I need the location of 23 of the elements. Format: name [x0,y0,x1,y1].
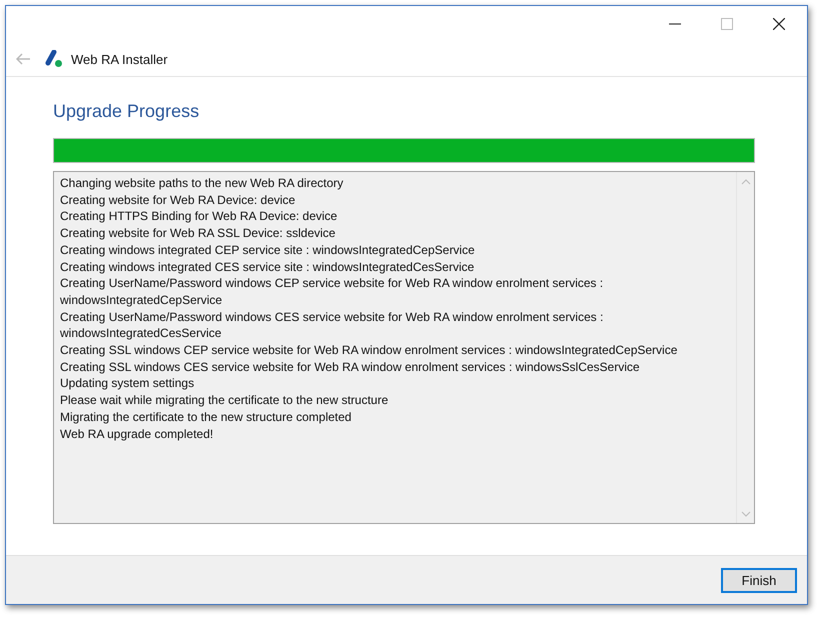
logo-icon [44,50,63,68]
finish-button[interactable]: Finish [721,568,797,592]
log-line: Creating website for Web RA SSL Device: ssldevice [60,225,336,242]
scroll-down-icon[interactable] [740,511,750,517]
log-line: Creating UserName/Password windows CEP service website for Web RA window enrolment services : windowsIntegratedCepService [60,275,604,309]
close-icon[interactable] [773,18,785,30]
scroll-up-icon[interactable] [740,179,750,185]
log-line: Migrating the certificate to the new structure completed [60,408,352,426]
log-line: Please wait while migrating the certificate to the new structure [60,392,390,409]
log-line: Creating SSL windows CES service website for Web RA window enrolment services : windowsSslCesService [60,358,641,376]
log-line: Creating SSL windows CEP service website for Web RA window enrolment services : windowsIntegratedCepService [60,342,678,359]
log-line: Updating system settings [60,375,196,392]
window-title: Web RA Installer [71,52,168,66]
log-line: Creating windows integrated CEP service site : windowsIntegratedCepService [60,242,476,259]
log-line: Creating website for Web RA Device: device [60,192,296,208]
log-line: Web RA upgrade completed! [60,426,214,442]
log-line: Creating HTTPS Binding for Web RA Device: device [60,208,338,226]
log-line: Creating windows integrated CES service site : windowsIntegratedCesService [60,258,476,276]
log-line: Creating UserName/Password windows CES service website for Web RA window enrolment services : windowsIntegratedCesService [60,308,604,342]
page-heading: Upgrade Progress [53,101,200,123]
log-line: Changing website paths to the new Web RA directory [60,175,344,192]
maximize-icon[interactable] [721,18,733,30]
back-arrow-icon[interactable] [16,53,30,65]
